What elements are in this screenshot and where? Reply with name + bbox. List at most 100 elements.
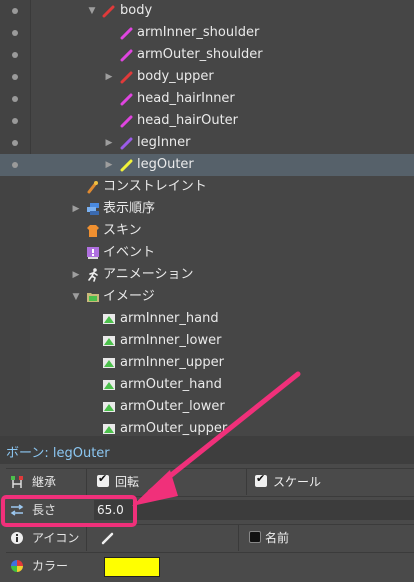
tree-row-body-upper[interactable]: ▶ body_upper bbox=[0, 66, 414, 88]
properties-title: ボーン: legOuter bbox=[6, 446, 110, 461]
bone-icon bbox=[120, 115, 133, 128]
color-swatch[interactable] bbox=[104, 557, 160, 577]
name-checkbox-cell[interactable]: 名前 bbox=[238, 525, 414, 551]
bone-icon bbox=[120, 71, 133, 84]
tree-row-head-hairouter[interactable]: head_hairOuter bbox=[0, 110, 414, 132]
expand-arrow-icon[interactable]: ▶ bbox=[103, 132, 115, 154]
tree-row-label: body_upper bbox=[137, 69, 214, 84]
bone-icon[interactable] bbox=[101, 531, 115, 545]
tree-row-label: armOuter_lower bbox=[120, 399, 225, 414]
tree-row-label: イメージ bbox=[103, 289, 155, 304]
image-icon bbox=[103, 314, 115, 324]
scale-label: スケール bbox=[273, 475, 322, 489]
expand-arrow-icon[interactable]: ▶ bbox=[103, 66, 115, 88]
tree-row-draw-order[interactable]: ▶ 表示順序 bbox=[0, 198, 414, 220]
tree-row-label: armInner_shoulder bbox=[137, 25, 260, 40]
visibility-dot[interactable] bbox=[12, 118, 18, 124]
bone-icon bbox=[120, 137, 133, 150]
constraint-icon bbox=[87, 181, 98, 194]
tree-row-images[interactable]: ▼ イメージ bbox=[0, 286, 414, 308]
animation-icon bbox=[88, 268, 98, 282]
inherit-icon bbox=[11, 476, 23, 488]
expand-arrow-icon[interactable]: ▶ bbox=[70, 198, 82, 220]
folder-icon bbox=[87, 293, 99, 302]
visibility-dot[interactable] bbox=[12, 140, 18, 146]
tree-row-label: armInner_upper bbox=[120, 355, 224, 370]
icon-row: アイコン 名前 bbox=[6, 524, 414, 551]
visibility-dot[interactable] bbox=[12, 74, 18, 80]
image-icon bbox=[103, 424, 115, 434]
tree-row-leginner[interactable]: ▶ legInner bbox=[0, 132, 414, 154]
length-value[interactable]: 65.0 bbox=[97, 497, 124, 523]
tree-row-label: armOuter_upper bbox=[120, 421, 228, 436]
expand-arrow-icon[interactable]: ▼ bbox=[86, 0, 98, 22]
tree-row-label: armInner_lower bbox=[120, 333, 222, 348]
visibility-dot[interactable] bbox=[12, 96, 18, 102]
expand-arrow-icon[interactable]: ▶ bbox=[70, 264, 82, 286]
tree-row-legouter[interactable]: ▶ legOuter bbox=[0, 154, 414, 176]
bone-icon bbox=[120, 49, 133, 62]
image-icon bbox=[103, 336, 115, 346]
color-row: カラー bbox=[6, 552, 414, 579]
tree-row-skins[interactable]: スキン bbox=[0, 220, 414, 242]
tree-row-label: armInner_hand bbox=[120, 311, 219, 326]
tree-row-image-arminner-hand[interactable]: armInner_hand bbox=[0, 308, 414, 330]
properties-header: ボーン: legOuter bbox=[0, 436, 414, 464]
tree-row-image-armouter-upper[interactable]: armOuter_upper bbox=[0, 418, 414, 436]
info-icon bbox=[11, 532, 23, 544]
inherit-label: 継承 bbox=[32, 475, 57, 489]
scale-checkbox-cell[interactable]: スケール bbox=[246, 469, 414, 495]
tree-row-label: armOuter_shoulder bbox=[137, 47, 263, 62]
bone-icon bbox=[120, 93, 133, 106]
tree-view[interactable]: ▼ body armInner_shoulder armOuter_should… bbox=[0, 0, 414, 436]
tree-row-label: コンストレイント bbox=[103, 179, 207, 194]
tree-row-label: イベント bbox=[103, 245, 156, 260]
tree-row-armouter-shoulder[interactable]: armOuter_shoulder bbox=[0, 44, 414, 66]
tree-row-label: body bbox=[120, 3, 153, 18]
rotation-checkbox[interactable] bbox=[97, 472, 109, 487]
tree-row-label: head_hairOuter bbox=[137, 113, 239, 128]
scale-checkbox[interactable] bbox=[255, 472, 267, 487]
rotation-checkbox-cell[interactable]: 回転 bbox=[86, 469, 247, 495]
skin-icon bbox=[87, 225, 99, 237]
tree-row-label: アニメーション bbox=[103, 267, 194, 282]
visibility-dot[interactable] bbox=[12, 162, 18, 168]
bone-icon bbox=[102, 5, 115, 18]
bone-icon bbox=[120, 27, 133, 40]
expand-arrow-icon[interactable]: ▶ bbox=[103, 154, 115, 176]
image-icon bbox=[103, 402, 115, 412]
tree-row-events[interactable]: イベント bbox=[0, 242, 414, 264]
name-label: 名前 bbox=[265, 531, 290, 545]
tree-row-constraints[interactable]: コンストレイント bbox=[0, 176, 414, 198]
tree-row-animations[interactable]: ▶ アニメーション bbox=[0, 264, 414, 286]
tree-row-arminner-shoulder[interactable]: armInner_shoulder bbox=[0, 22, 414, 44]
icon-picker-cell[interactable] bbox=[86, 525, 239, 551]
tree-row-label: armOuter_hand bbox=[120, 377, 222, 392]
tree-row-label: スキン bbox=[103, 223, 142, 238]
tree-row-image-arminner-upper[interactable]: armInner_upper bbox=[0, 352, 414, 374]
tree-row-body[interactable]: ▼ body bbox=[0, 0, 414, 22]
length-icon bbox=[10, 504, 24, 516]
length-row: 長さ 65.0 bbox=[6, 496, 414, 523]
inherit-row: 継承 回転 スケール bbox=[6, 468, 414, 495]
tree-row-image-arminner-lower[interactable]: armInner_lower bbox=[0, 330, 414, 352]
properties-panel: 継承 回転 スケール 長さ 65.0 アイコン 名前 カラー bbox=[0, 464, 414, 582]
visibility-dot[interactable] bbox=[12, 8, 18, 14]
tree-row-head-hairinner[interactable]: head_hairInner bbox=[0, 88, 414, 110]
tree-row-image-armouter-lower[interactable]: armOuter_lower bbox=[0, 396, 414, 418]
tree-row-label: legInner bbox=[137, 135, 191, 150]
visibility-dot[interactable] bbox=[12, 52, 18, 58]
length-input[interactable]: 65.0 bbox=[94, 500, 414, 520]
tree-row-label: head_hairInner bbox=[137, 91, 235, 106]
length-label: 長さ bbox=[32, 503, 57, 517]
image-icon bbox=[103, 380, 115, 390]
name-checkbox[interactable] bbox=[249, 531, 261, 543]
draw-order-icon bbox=[87, 203, 99, 215]
event-icon bbox=[87, 247, 99, 259]
tree-row-image-armouter-hand[interactable]: armOuter_hand bbox=[0, 374, 414, 396]
visibility-dot[interactable] bbox=[12, 30, 18, 36]
tree-row-label: legOuter bbox=[137, 157, 194, 172]
expand-arrow-icon[interactable]: ▼ bbox=[70, 286, 82, 308]
color-wheel-icon bbox=[11, 560, 23, 572]
color-label: カラー bbox=[32, 559, 69, 573]
